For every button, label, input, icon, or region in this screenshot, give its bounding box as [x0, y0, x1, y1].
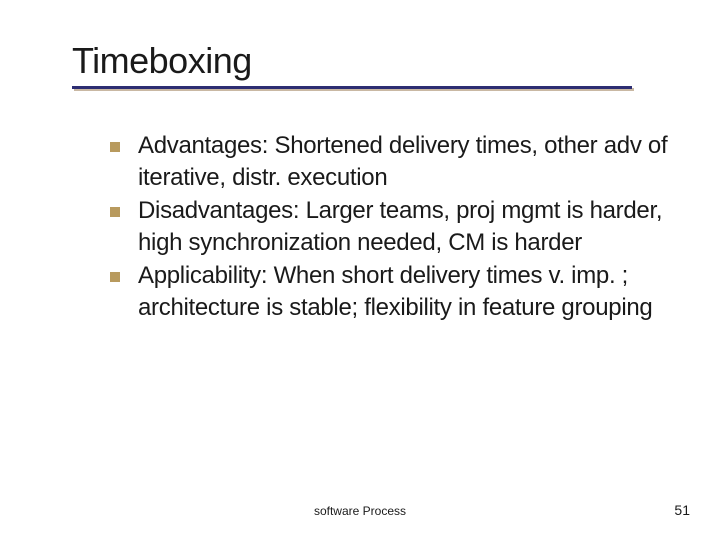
square-bullet-icon	[110, 207, 120, 217]
slide: Timeboxing Advantages: Shortened deliver…	[0, 0, 720, 540]
content-area: Advantages: Shortened delivery times, ot…	[80, 120, 670, 324]
slide-title: Timeboxing	[72, 40, 670, 82]
list-item: Disadvantages: Larger teams, proj mgmt i…	[110, 195, 670, 260]
title-underline	[72, 86, 670, 92]
bullet-text: Advantages: Shortened delivery times, ot…	[138, 130, 670, 195]
title-area: Timeboxing	[80, 40, 670, 100]
square-bullet-icon	[110, 272, 120, 282]
bullet-text: Disadvantages: Larger teams, proj mgmt i…	[138, 195, 670, 260]
list-item: Advantages: Shortened delivery times, ot…	[110, 130, 670, 195]
list-item: Applicability: When short delivery times…	[110, 260, 670, 325]
page-number: 51	[674, 502, 690, 518]
square-bullet-icon	[110, 142, 120, 152]
bullet-text: Applicability: When short delivery times…	[138, 260, 670, 325]
footer-text: software Process	[0, 504, 720, 518]
